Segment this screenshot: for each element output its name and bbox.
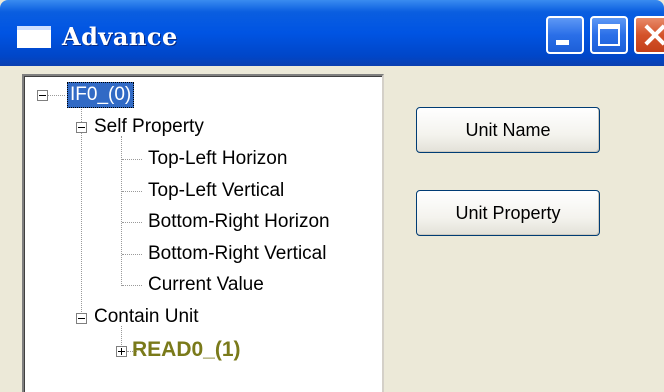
expand-read0-icon[interactable] [116, 346, 127, 357]
tree-connector [122, 191, 142, 192]
tree-connector [81, 106, 82, 316]
unit-name-button[interactable]: Unit Name [416, 107, 600, 153]
tree-connector [122, 222, 142, 223]
tree-item-top-left-horizon[interactable]: Top-Left Horizon [148, 148, 287, 170]
minimize-button[interactable] [546, 16, 584, 54]
close-button[interactable] [634, 16, 664, 54]
maximize-button[interactable] [590, 16, 628, 54]
tree-item-top-left-vertical[interactable]: Top-Left Vertical [148, 180, 284, 202]
collapse-contain-unit-icon[interactable] [76, 313, 87, 324]
tree-item-current-value[interactable]: Current Value [148, 274, 264, 296]
window-icon [17, 26, 51, 48]
collapse-root-icon[interactable] [37, 90, 48, 101]
tree-item-read0[interactable]: READ0_(1) [132, 338, 241, 362]
tree-item-bottom-right-vertical[interactable]: Bottom-Right Vertical [148, 243, 326, 265]
tree-item-contain-unit[interactable]: Contain Unit [94, 306, 199, 328]
window-title: Advance [62, 22, 178, 51]
tree-connector [122, 159, 142, 160]
tree-connector [122, 285, 142, 286]
unit-tree-view[interactable]: IF0_(0) Self Property Top-Left Horizon T… [22, 74, 384, 392]
tree-item-bottom-right-horizon[interactable]: Bottom-Right Horizon [148, 211, 330, 233]
collapse-self-property-icon[interactable] [76, 122, 87, 133]
unit-property-button[interactable]: Unit Property [416, 190, 600, 236]
tree-connector [47, 95, 65, 96]
tree-item-self-property[interactable]: Self Property [94, 116, 204, 138]
title-bar[interactable]: Advance [0, 0, 664, 66]
tree-root-item[interactable]: IF0_(0) [67, 82, 135, 108]
tree-connector [122, 254, 142, 255]
advance-window: Advance IF0_(0) Self Property Top-Left H… [0, 0, 664, 392]
